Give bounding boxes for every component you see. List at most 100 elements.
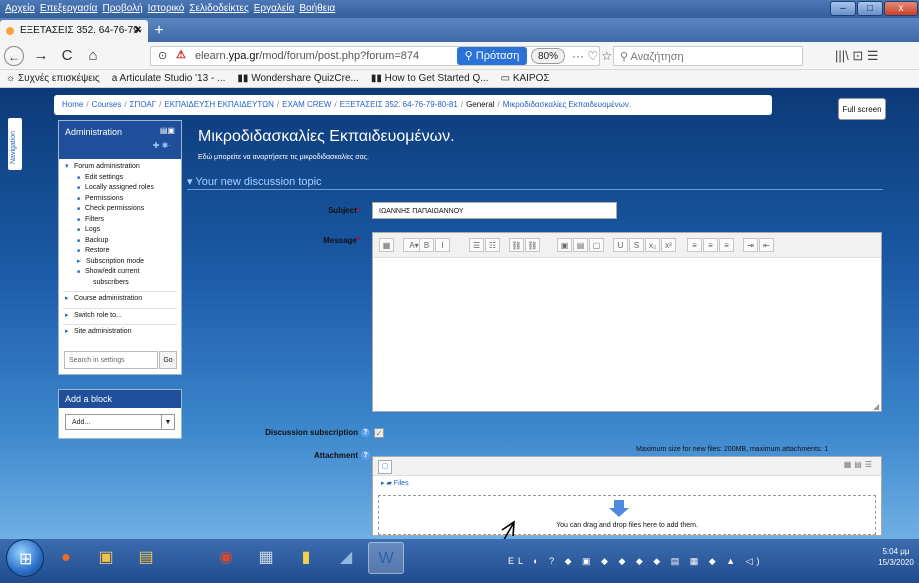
editor-toolbar-button[interactable]: ▢ xyxy=(589,238,604,252)
admin-menu-item[interactable]: ▾ Forum administration xyxy=(59,162,181,173)
system-tray[interactable]: EL ◐ ? ◆ ▣ ◆ ◆ ◆ ◆ ▤ ▦ ◆ ▲ ◁) xyxy=(508,554,858,568)
full-screen-button[interactable]: Full screen xyxy=(838,98,886,120)
clock[interactable]: 5:04 μμ 15/3/2020 xyxy=(873,546,919,568)
editor-toolbar-button[interactable]: ▦ xyxy=(379,238,394,252)
admin-menu-item[interactable]: ■ Locally assigned roles xyxy=(59,183,181,194)
admin-menu-item[interactable]: ■ Show/edit current xyxy=(59,267,181,278)
editor-toolbar-button[interactable]: ☷ xyxy=(485,238,500,252)
breadcrumb-item[interactable]: ΕΞΕΤΑΣΕΙΣ 352. 64-76-79-80-81 xyxy=(340,100,458,109)
file-dropzone[interactable]: You can drag and drop files here to add … xyxy=(378,495,876,535)
admin-menu-item[interactable]: subscribers xyxy=(59,278,181,289)
add-block-select[interactable]: Add... ▼ xyxy=(65,414,175,430)
page-actions-icon[interactable]: ··· ♡ ☆ xyxy=(572,46,612,66)
actions-icon[interactable]: ✚ ✱· xyxy=(153,141,171,150)
editor-toolbar-button[interactable]: ⛓ xyxy=(525,238,540,252)
forward-button[interactable]: → xyxy=(30,46,52,66)
tab-close-icon[interactable]: ✕ xyxy=(134,20,142,42)
editor-toolbar-button[interactable]: ≡ xyxy=(687,238,702,252)
home-button[interactable]: ⌂ xyxy=(82,46,104,66)
breadcrumb-item[interactable]: ΕΚΠΑΙΔΕΥΣΗ ΕΚΠΑΙΔΕΥΤΩΝ xyxy=(164,100,274,109)
admin-menu-item[interactable]: ■ Backup xyxy=(59,236,181,247)
new-tab-button[interactable]: + xyxy=(150,22,168,40)
admin-menu-item[interactable]: ■ Logs xyxy=(59,225,181,236)
breadcrumb-item[interactable]: EXAM CREW xyxy=(282,100,331,109)
editor-toolbar-button[interactable]: I xyxy=(435,238,450,252)
maximize-button[interactable]: □ xyxy=(857,1,883,16)
back-button[interactable]: ← xyxy=(4,46,24,66)
subject-input[interactable]: ΙΩΑΝΝΗΣ ΠΑΠΑΙΩΑΝΝΟΥ xyxy=(372,202,617,219)
help-icon[interactable]: ? xyxy=(361,428,370,438)
taskbar-app-icon[interactable]: ● xyxy=(48,542,84,574)
admin-menu-item[interactable]: ▸ Switch role to... xyxy=(59,311,181,322)
insecure-warning-icon[interactable]: ⚠ xyxy=(176,48,186,61)
bookmark-item[interactable]: a Articulate Studio '13 - ... xyxy=(112,73,226,84)
files-path[interactable]: ▸ ▰ Files xyxy=(381,479,409,487)
editor-toolbar-button[interactable]: ≡ xyxy=(719,238,734,252)
start-button[interactable]: ⊞ xyxy=(6,539,44,577)
menu-item-6[interactable]: Βοήθεια xyxy=(299,0,335,18)
editor-toolbar-button[interactable]: B xyxy=(419,238,434,252)
breadcrumb-item[interactable]: Courses xyxy=(92,100,122,109)
editor-toolbar-button[interactable]: x₂ xyxy=(645,238,660,252)
taskbar-app-icon[interactable]: ▦ xyxy=(248,542,284,574)
editor-toolbar-button[interactable]: U xyxy=(613,238,628,252)
menu-item-5[interactable]: Εργαλεία xyxy=(254,0,295,18)
admin-menu-item[interactable]: ■ Permissions xyxy=(59,194,181,205)
admin-menu-item[interactable]: ▸ Subscription mode xyxy=(59,257,181,268)
close-window-button[interactable]: x xyxy=(884,1,918,16)
menu-item-1[interactable]: Επεξεργασία xyxy=(40,0,98,18)
editor-toolbar-button[interactable]: ⇤ xyxy=(759,238,774,252)
editor-toolbar-button[interactable]: x² xyxy=(661,238,676,252)
breadcrumb-item[interactable]: General xyxy=(466,100,494,109)
admin-menu-item[interactable]: ▸ Course administration xyxy=(59,294,181,305)
minimize-button[interactable]: – xyxy=(830,1,856,16)
bookmark-item[interactable]: ☼ Συχνές επισκέψεις xyxy=(6,73,100,84)
editor-toolbar-button[interactable]: ⇥ xyxy=(743,238,758,252)
breadcrumb-item[interactable]: Μικροδιδασκαλίες Εκπαιδευομένων. xyxy=(503,100,631,109)
menu-item-3[interactable]: Ιστορικό xyxy=(148,0,185,18)
taskbar-app-icon[interactable]: ▮ xyxy=(288,542,324,574)
editor-toolbar-button[interactable]: ☰ xyxy=(469,238,484,252)
dock-icon[interactable]: ▤▣ xyxy=(160,126,175,135)
browser-tab[interactable]: ΕΞΕΤΑΣΕΙΣ 352. 64-76-79-80-81 ✕ xyxy=(0,20,148,58)
breadcrumb-item[interactable]: ΣΠΟΑΓ xyxy=(130,100,157,109)
menu-item-2[interactable]: Προβολή xyxy=(102,0,142,18)
menu-item-0[interactable]: Αρχείο xyxy=(5,0,35,18)
menu-item-4[interactable]: Σελιδοδείκτες xyxy=(189,0,248,18)
add-file-icon[interactable]: ▢ xyxy=(378,460,392,474)
bookmark-item[interactable]: ▭ ΚΑΙΡΟΣ xyxy=(501,73,550,84)
taskbar-app-icon[interactable]: ◢ xyxy=(328,542,364,574)
view-mode-icon[interactable]: ▦▤☰ xyxy=(844,460,875,469)
navigation-drawer-tab[interactable]: Navigation xyxy=(8,118,22,170)
taskbar-app-icon[interactable]: W xyxy=(368,542,404,574)
url-text[interactable]: elearn.ypa.gr/mod/forum/post.php?forum=8… xyxy=(195,46,419,66)
admin-menu-item[interactable]: ■ Edit settings xyxy=(59,173,181,184)
resize-handle-icon[interactable]: ◢ xyxy=(873,402,879,411)
breadcrumb-item[interactable]: Home xyxy=(62,100,83,109)
editor-toolbar-button[interactable]: ≡ xyxy=(703,238,718,252)
admin-menu-item[interactable]: ■ Check permissions xyxy=(59,204,181,215)
editor-toolbar-button[interactable]: ▤ xyxy=(573,238,588,252)
new-topic-section-toggle[interactable]: ▾ Your new discussion topic xyxy=(187,175,322,188)
taskbar-app-icon[interactable]: ▤ xyxy=(128,542,164,574)
editor-toolbar-button[interactable]: ▣ xyxy=(557,238,572,252)
bookmark-item[interactable]: ▮▮ Wondershare QuizCre... xyxy=(237,73,358,84)
search-input[interactable]: ⚲ Αναζήτηση xyxy=(613,46,803,66)
editor-toolbar-button[interactable]: ⛓ xyxy=(509,238,524,252)
editor-toolbar-button[interactable]: S xyxy=(629,238,644,252)
shield-icon[interactable]: ⊙ xyxy=(158,49,170,63)
admin-menu-item[interactable]: ▸ Site administration xyxy=(59,327,181,338)
library-icon[interactable]: |||\ ⊡ ☰ xyxy=(835,46,879,66)
reload-button[interactable]: C xyxy=(56,46,78,66)
discussion-subscription-checkbox[interactable]: ✓ xyxy=(374,428,384,438)
taskbar-app-icon[interactable]: ▣ xyxy=(88,542,124,574)
bookmark-item[interactable]: ▮▮ How to Get Started Q... xyxy=(371,73,489,84)
settings-search-input[interactable]: Search in settings xyxy=(64,351,158,369)
taskbar-app-icon[interactable]: ◉ xyxy=(208,542,244,574)
proposal-button[interactable]: ⚲ Πρόταση xyxy=(457,47,527,65)
settings-search-go-button[interactable]: Go xyxy=(159,351,177,369)
message-editor[interactable]: ▦ A▾ B I ☰ ☷ ⛓ ⛓ ▣ ▤ ▢ U Sx₂ x² ≡ ≡ ≡ ⇥ ⇤ xyxy=(372,232,882,412)
help-icon[interactable]: ? xyxy=(361,451,370,461)
admin-menu-item[interactable]: ■ Filters xyxy=(59,215,181,226)
zoom-indicator[interactable]: 80% xyxy=(531,48,565,64)
